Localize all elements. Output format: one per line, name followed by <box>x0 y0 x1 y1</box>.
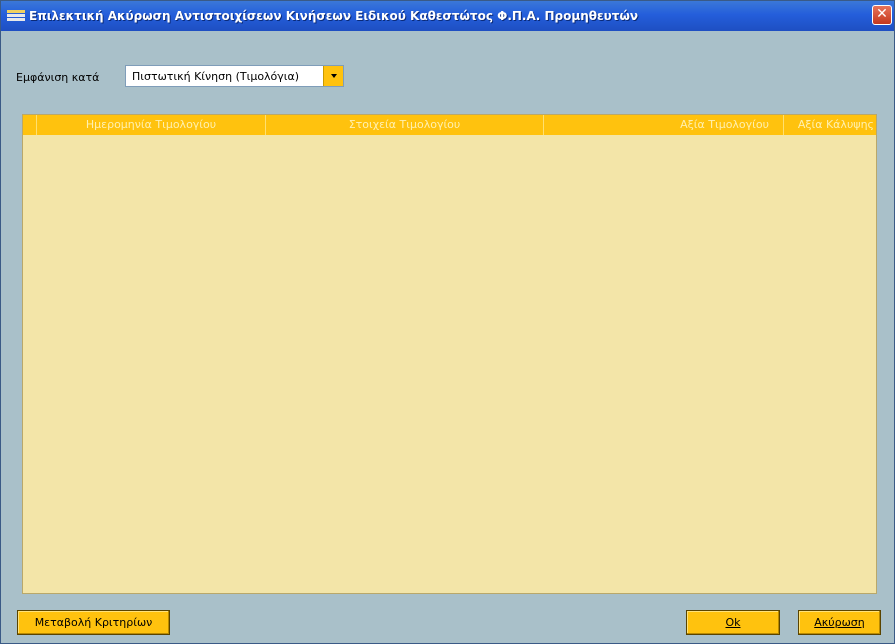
results-grid[interactable]: Ημερομηνία Τιμολογίου Στοιχεία Τιμολογίο… <box>22 114 877 594</box>
change-criteria-button[interactable]: Μεταβολή Κριτηρίων <box>17 610 170 635</box>
filter-label: Εμφάνιση κατά <box>16 71 100 84</box>
dialog-window: Επιλεκτική Ακύρωση Αντιστοιχίσεων Κινήσε… <box>0 0 895 644</box>
title-bar[interactable]: Επιλεκτική Ακύρωση Αντιστοιχίσεων Κινήσε… <box>1 1 894 31</box>
row-selector-header <box>23 115 37 135</box>
close-icon[interactable]: ✕ <box>872 5 892 25</box>
grid-header: Ημερομηνία Τιμολογίου Στοιχεία Τιμολογίο… <box>23 115 876 135</box>
ok-button-label: Ok <box>725 616 741 629</box>
dropdown-value: Πιστωτική Κίνηση (Τιμολόγια) <box>132 70 300 83</box>
app-icon <box>7 9 25 23</box>
cancel-button-label: Ακύρωση <box>814 616 865 629</box>
view-by-dropdown[interactable]: Πιστωτική Κίνηση (Τιμολόγια) <box>125 65 344 87</box>
column-header-invoice-date[interactable]: Ημερομηνία Τιμολογίου <box>37 115 266 135</box>
column-header-invoice-value[interactable]: Αξία Τιμολογίου <box>544 115 784 135</box>
window-title: Επιλεκτική Ακύρωση Αντιστοιχίσεων Κινήσε… <box>29 9 639 23</box>
column-header-coverage-value[interactable]: Αξία Κάλυψης <box>784 115 876 135</box>
chevron-down-icon[interactable] <box>323 66 343 86</box>
cancel-button[interactable]: Ακύρωση <box>798 610 881 635</box>
ok-button[interactable]: Ok <box>686 610 780 635</box>
column-header-invoice-details[interactable]: Στοιχεία Τιμολογίου <box>266 115 544 135</box>
